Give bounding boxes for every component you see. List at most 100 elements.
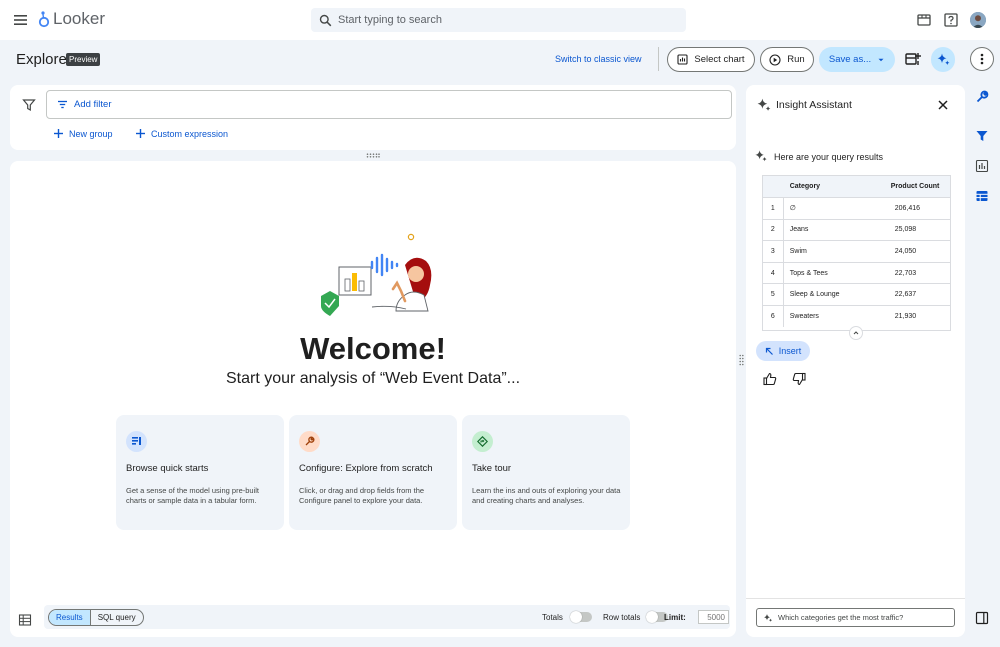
table-icon[interactable] xyxy=(973,187,991,205)
search-input[interactable] xyxy=(338,14,658,26)
new-group-button[interactable]: New group xyxy=(53,128,113,139)
looker-logo-icon xyxy=(38,9,50,29)
query-results-table: Category Product Count 1 ∅ 206,416 2 Jeans 2… xyxy=(762,175,951,331)
category-cell: Sweaters xyxy=(789,312,819,320)
tile-title: Configure: Explore from scratch xyxy=(299,463,433,474)
switch-classic-view-link[interactable]: Switch to classic view xyxy=(555,54,642,64)
tile-description: Get a sense of the model using pre-built… xyxy=(126,486,259,505)
table-row: 2 Jeans 25,098 xyxy=(763,218,950,241)
row-number-header xyxy=(763,176,784,197)
table-view-icon[interactable] xyxy=(18,613,32,627)
bar-chart-icon[interactable] xyxy=(973,157,991,175)
limit-input[interactable] xyxy=(698,610,729,624)
tile-title: Browse quick starts xyxy=(126,463,209,474)
tile-description: Click, or drag and drop fields from the … xyxy=(299,486,425,505)
looker-logo[interactable]: Looker xyxy=(38,9,105,29)
table-header: Category Product Count xyxy=(763,176,950,197)
count-cell: 206,416 xyxy=(894,204,921,212)
run-button[interactable]: Run xyxy=(760,47,814,72)
save-as-button[interactable]: Save as... xyxy=(819,47,895,72)
new-group-label: New group xyxy=(69,128,113,139)
count-cell: 24,050 xyxy=(894,247,917,255)
wrench-icon[interactable] xyxy=(973,88,991,106)
row-number: 6 xyxy=(763,305,784,327)
category-cell: Tops & Tees xyxy=(789,269,828,277)
totals-toggle[interactable] xyxy=(570,611,592,623)
table-row: 3 Swim 24,050 xyxy=(763,240,950,262)
sql-query-tab[interactable]: SQL query xyxy=(91,610,143,625)
insert-label: Insert xyxy=(778,346,802,356)
table-row: 1 ∅ 206,416 xyxy=(763,197,950,219)
welcome-title: Welcome! xyxy=(300,331,446,366)
toggle-side-panel-icon[interactable] xyxy=(973,609,991,627)
table-row: 5 Sleep & Lounge 22,637 xyxy=(763,283,950,305)
filter-icon[interactable] xyxy=(22,98,36,112)
marketplace-icon[interactable] xyxy=(916,12,932,28)
dropdown-arrow-icon xyxy=(877,56,885,64)
select-chart-label: Select chart xyxy=(694,54,745,65)
user-avatar[interactable] xyxy=(970,12,986,28)
filter-panel: Add filter New group Custom expression xyxy=(10,85,736,150)
app-name: Looker xyxy=(53,9,105,28)
table-row: 4 Tops & Tees 22,703 xyxy=(763,261,950,284)
play-icon xyxy=(769,53,781,66)
add-filter-label: Add filter xyxy=(74,99,112,110)
thumbs-down-icon[interactable] xyxy=(792,372,806,386)
totals-label: Totals xyxy=(542,613,563,622)
filter-icon[interactable] xyxy=(973,127,991,145)
custom-expression-label: Custom expression xyxy=(151,128,229,139)
insight-assistant-panel: Insight Assistant Here are your query re… xyxy=(746,85,965,637)
select-chart-button[interactable]: Select chart xyxy=(667,47,755,72)
browse-quick-starts-card[interactable]: Browse quick starts Get a sense of the m… xyxy=(116,415,284,530)
plus-icon xyxy=(53,128,64,139)
tile-title: Take tour xyxy=(472,463,512,474)
count-cell: 25,098 xyxy=(894,226,917,234)
column-header: Product Count xyxy=(890,183,940,190)
help-icon[interactable] xyxy=(943,12,959,28)
resize-handle-icon[interactable] xyxy=(366,153,380,158)
search-bar[interactable] xyxy=(311,8,686,32)
collapse-table-button[interactable] xyxy=(849,326,863,340)
arrow-up-left-icon xyxy=(765,347,774,356)
results-view-toggle: Results SQL query xyxy=(48,609,144,626)
insert-button[interactable]: Insert xyxy=(756,341,810,361)
gemini-assistant-button[interactable] xyxy=(931,47,955,72)
category-cell: Jeans xyxy=(789,226,809,234)
row-totals-label: Row totals xyxy=(603,613,641,622)
chevron-up-icon xyxy=(852,329,860,337)
assistant-prompt-field[interactable] xyxy=(756,608,955,627)
assistant-prompt-input[interactable] xyxy=(778,613,948,622)
row-number: 3 xyxy=(763,241,784,262)
tile-description: Learn the ins and outs of exploring your… xyxy=(472,486,621,505)
take-tour-card[interactable]: Take tour Learn the ins and outs of expl… xyxy=(462,415,630,530)
table-row: 6 Sweaters 21,930 xyxy=(763,304,950,327)
add-filter-button[interactable]: Add filter xyxy=(46,90,732,119)
column-header: Category xyxy=(789,183,821,190)
results-tab[interactable]: Results xyxy=(49,610,91,625)
directions-icon xyxy=(472,431,493,452)
custom-expression-button[interactable]: Custom expression xyxy=(135,128,228,139)
welcome-subtitle: Start your analysis of “Web Event Data”.… xyxy=(225,370,521,387)
explore-canvas: Welcome! Start your analysis of “Web Eve… xyxy=(10,161,736,637)
sparkle-icon xyxy=(756,97,772,113)
hamburger-menu-icon[interactable] xyxy=(12,11,30,29)
more-options-button[interactable] xyxy=(970,47,994,71)
close-icon[interactable] xyxy=(936,98,950,112)
add-to-dashboard-icon[interactable] xyxy=(904,50,922,68)
category-cell: ∅ xyxy=(789,205,796,213)
configure-from-scratch-card[interactable]: Configure: Explore from scratch Click, o… xyxy=(289,415,457,530)
save-as-label: Save as... xyxy=(828,54,872,65)
wrench-icon xyxy=(299,431,320,452)
assistant-divider xyxy=(746,598,965,599)
top-bar: Looker xyxy=(0,0,1000,40)
category-cell: Sleep & Lounge xyxy=(789,291,840,299)
row-number: 4 xyxy=(763,262,784,284)
row-number: 2 xyxy=(763,219,784,241)
welcome-illustration xyxy=(310,231,440,321)
thumbs-up-icon[interactable] xyxy=(763,372,777,386)
limit-label: Limit: xyxy=(664,613,686,622)
more-vert-icon xyxy=(980,53,984,65)
chart-icon xyxy=(677,54,688,65)
header-divider xyxy=(658,47,659,71)
panel-resize-handle-icon[interactable] xyxy=(739,354,744,366)
